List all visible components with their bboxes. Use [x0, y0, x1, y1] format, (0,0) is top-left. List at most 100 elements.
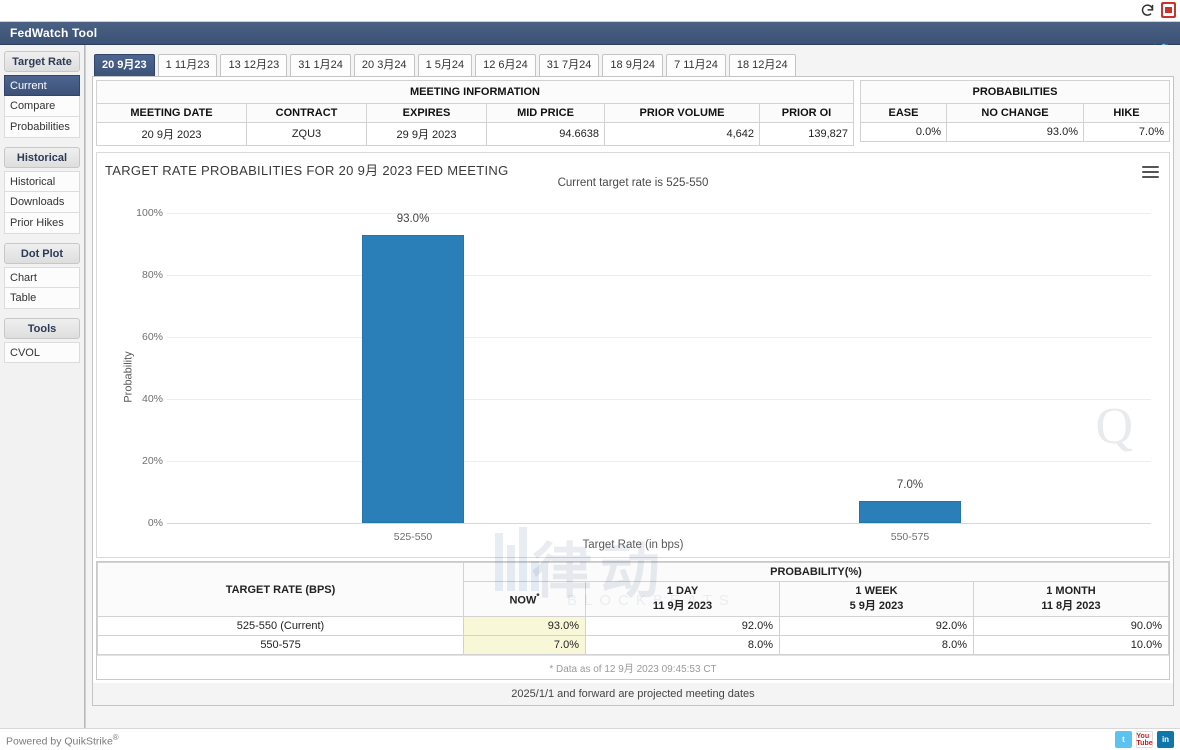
bar-value-label: 93.0%: [396, 213, 430, 225]
col-hike: HIKE: [1083, 103, 1170, 123]
cell-1-day: 92.0%: [585, 616, 780, 636]
col-prior-volume: PRIOR VOLUME: [604, 103, 760, 123]
tab-31-jan-24[interactable]: 31 1月24: [290, 54, 351, 76]
cell-1-month: 10.0%: [973, 635, 1169, 655]
cell-meeting-date: 20 9月 2023: [96, 122, 247, 146]
youtube-icon[interactable]: You Tube: [1136, 731, 1153, 748]
cell-expires: 29 9月 2023: [366, 122, 487, 146]
pdf-icon[interactable]: [1161, 2, 1176, 18]
table-row: 20 9月 2023 ZQU3 29 9月 2023 94.6638 4,642…: [96, 122, 854, 146]
cell-prior-oi: 139,827: [759, 122, 854, 146]
hamburger-menu-icon[interactable]: [1142, 163, 1159, 181]
bar-value-label: 7.0%: [896, 479, 924, 491]
sidebar-group-target-rate: Target Rate Current Compare Probabilitie…: [4, 51, 80, 138]
sidebar-group-historical: Historical Historical Downloads Prior Hi…: [4, 147, 80, 234]
tab-12-jun-24[interactable]: 12 6月24: [475, 54, 536, 76]
cell-1-week: 92.0%: [779, 616, 974, 636]
y-tick-label: 80%: [141, 269, 163, 281]
cell-1-month: 90.0%: [973, 616, 1169, 636]
tab-13-dec-23[interactable]: 13 12月23: [220, 54, 288, 76]
cell-1-day: 8.0%: [585, 635, 780, 655]
tab-1-nov-23[interactable]: 1 11月23: [157, 54, 218, 76]
chart-subtitle: Current target rate is 525-550: [557, 177, 709, 189]
sidebar-group-label: Dot Plot: [4, 243, 80, 264]
social-links: t You Tube in: [1115, 731, 1174, 748]
table-header-row: MEETING DATE CONTRACT EXPIRES MID PRICE …: [96, 103, 854, 123]
probability-detail-table-wrapper: TARGET RATE (BPS) PROBABILITY(%) NOW* 1 …: [96, 561, 1170, 680]
col-1-month-label: 1 MONTH: [1046, 585, 1096, 597]
data-asof-note: * Data as of 12 9月 2023 09:45:53 CT: [97, 655, 1169, 679]
col-meeting-date: MEETING DATE: [96, 103, 247, 123]
cell-now: 7.0%: [463, 635, 586, 655]
powered-by-label: Powered by QuikStrike®: [6, 733, 119, 748]
cell-now: 93.0%: [463, 616, 586, 636]
powered-by-text: Powered by QuikStrike: [6, 735, 113, 748]
x-axis-line: [167, 523, 1151, 524]
cell-rate: 550-575: [97, 635, 464, 655]
sidebar-group-label: Target Rate: [4, 51, 80, 72]
browser-top-strip: [0, 0, 1180, 22]
sidebar-item-prior-hikes[interactable]: Prior Hikes: [4, 213, 80, 234]
col-no-change: NO CHANGE: [946, 103, 1084, 123]
sidebar-item-probabilities[interactable]: Probabilities: [4, 117, 80, 138]
probabilities-chart: TARGET RATE PROBABILITIES FOR 20 9月 2023…: [96, 152, 1170, 609]
sidebar-item-cvol[interactable]: CVOL: [4, 342, 80, 363]
meeting-information-group-label: MEETING INFORMATION: [96, 80, 854, 104]
footer: Powered by QuikStrike® t You Tube in: [0, 728, 1180, 750]
col-1-month-date: 11 8月 2023: [1041, 600, 1101, 612]
browser-icons: [1140, 2, 1176, 18]
col-contract: CONTRACT: [246, 103, 367, 123]
sidebar-item-compare[interactable]: Compare: [4, 96, 80, 117]
tab-18-sep-24[interactable]: 18 9月24: [602, 54, 664, 76]
col-probability-group: PROBABILITY(%): [463, 562, 1169, 582]
tab-20-sep-23[interactable]: 20 9月23: [94, 54, 155, 76]
tab-20-mar-24[interactable]: 20 3月24: [353, 54, 415, 76]
sidebar-item-historical[interactable]: Historical: [4, 171, 80, 192]
col-mid-price: MID PRICE: [486, 103, 605, 123]
sidebar-item-chart[interactable]: Chart: [4, 267, 80, 288]
probabilities-summary-table-wrapper: PROBABILITIES EASE NO CHANGE HIKE 0.0% 9…: [860, 80, 1170, 146]
gridline: [167, 399, 1151, 400]
y-tick-label: 20%: [141, 455, 163, 467]
fedwatch-app: FedWatch Tool Target Rate Current Compar…: [0, 0, 1180, 750]
col-1-week-date: 5 9月 2023: [849, 600, 904, 612]
summary-tables-row: MEETING INFORMATION MEETING DATE CONTRAC…: [93, 77, 1173, 149]
col-1-day-label: 1 DAY: [666, 585, 699, 597]
x-axis-label: Target Rate (in bps): [582, 539, 684, 551]
twitter-icon[interactable]: t: [1115, 731, 1132, 748]
sidebar-item-downloads[interactable]: Downloads: [4, 192, 80, 213]
cell-rate: 525-550 (Current): [97, 616, 464, 636]
col-1-day: 1 DAY 11 9月 2023: [585, 581, 780, 617]
sidebar-group-label: Historical: [4, 147, 80, 168]
bar-525-550[interactable]: [362, 235, 464, 523]
bar-550-575[interactable]: [859, 501, 961, 523]
sidebar-group-tools: Tools CVOL: [4, 318, 80, 363]
col-now-label: NOW: [509, 594, 537, 607]
probability-detail-table: TARGET RATE (BPS) PROBABILITY(%) NOW* 1 …: [97, 562, 1169, 655]
table-row: 525-550 (Current) 93.0% 92.0% 92.0% 90.0…: [97, 616, 1169, 636]
col-expires: EXPIRES: [366, 103, 487, 123]
sidebar-item-current[interactable]: Current: [4, 75, 80, 96]
reload-icon[interactable]: [1140, 3, 1155, 18]
main-content: 20 9月23 1 11月23 13 12月23 31 1月24 20 3月24…: [85, 45, 1180, 728]
table-group-header-row: TARGET RATE (BPS) PROBABILITY(%): [97, 562, 1169, 617]
sidebar-item-table[interactable]: Table: [4, 288, 80, 309]
tab-7-nov-24[interactable]: 7 11月24: [666, 54, 726, 76]
linkedin-icon[interactable]: in: [1157, 731, 1174, 748]
page-title: FedWatch Tool: [10, 26, 98, 40]
cell-mid-price: 94.6638: [486, 122, 605, 146]
tab-18-dec-24[interactable]: 18 12月24: [728, 54, 796, 76]
table-row: 550-575 7.0% 8.0% 8.0% 10.0%: [97, 635, 1169, 655]
cell-ease: 0.0%: [860, 122, 947, 142]
gridline: [167, 213, 1151, 214]
meeting-date-tabs: 20 9月23 1 11月23 13 12月23 31 1月24 20 3月24…: [92, 52, 1174, 76]
y-axis-label: Probability: [122, 351, 135, 403]
table-group-header-row: PROBABILITIES: [860, 80, 1170, 104]
tab-1-may-24[interactable]: 1 5月24: [417, 54, 473, 76]
tab-31-jul-24[interactable]: 31 7月24: [538, 54, 600, 76]
sidebar-group-label: Tools: [4, 318, 80, 339]
table-row: 0.0% 93.0% 7.0%: [860, 122, 1170, 142]
watermark-quikstrike: Q: [1095, 398, 1133, 455]
